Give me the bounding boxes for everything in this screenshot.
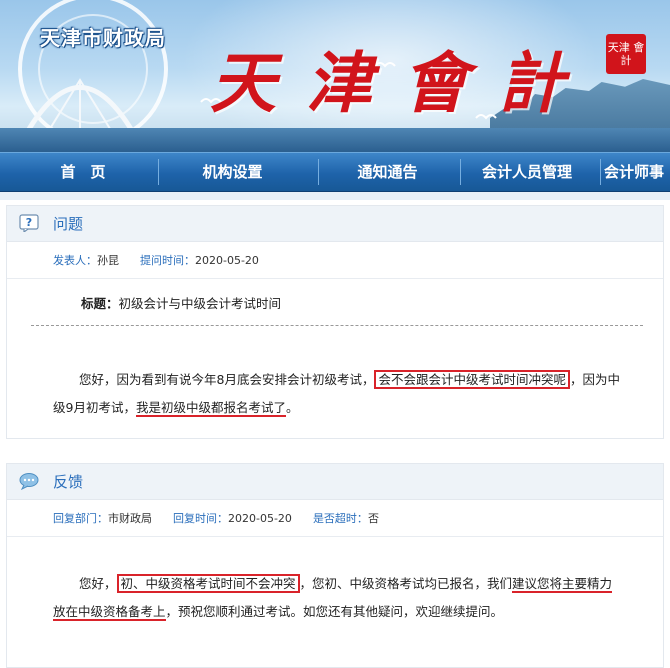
question-panel: ? 问题 发表人：孙昆 提问时间：2020-05-20 标题：初级会计与中级会计… [6, 205, 664, 439]
poster-name: 孙昆 [97, 254, 119, 267]
highlight-underline: 建议您将主要精力 [512, 576, 613, 593]
site-title: 天津會計 [210, 44, 594, 122]
question-body: 您好，因为看到有说今年8月底会安排会计初级考试， 会不会跟会计中级考试时间冲突呢，… [53, 370, 620, 417]
nav-item-home[interactable]: 首 页 [28, 153, 138, 191]
nav-item-accountant-management[interactable]: 会计人员管理 [462, 153, 592, 191]
highlight-underline: 我是初级中级都报名考试了 [135, 400, 286, 417]
reply-time: 2020-05-20 [228, 512, 292, 525]
overdue-label: 是否超时： [312, 512, 368, 525]
question-meta: 发表人：孙昆 提问时间：2020-05-20 [53, 252, 259, 268]
overdue-value: 否 [367, 512, 379, 525]
nav-item-cpa-firms[interactable]: 会计师事 [604, 153, 670, 191]
subject-text: 初级会计与中级会计考试时间 [118, 296, 282, 311]
question-panel-header: ? 问题 [7, 206, 663, 242]
question-time-label: 提问时间： [140, 254, 195, 267]
nav-item-organization[interactable]: 机构设置 [165, 153, 300, 191]
chat-bubble-icon [19, 473, 39, 490]
agency-logo-text[interactable]: 天津市财政局 [40, 22, 166, 51]
reply-time-label: 回复时间： [173, 512, 228, 525]
feedback-panel-header: 反馈 [7, 464, 663, 500]
seal-stamp: 天津 會計 [606, 34, 646, 74]
question-heading: 问题 [53, 215, 84, 233]
poster-label: 发表人： [53, 254, 97, 267]
reply-dept-label: 回复部门： [53, 512, 108, 525]
feedback-panel: 反馈 回复部门：市财政局 回复时间：2020-05-20 是否超时：否 您好，初… [6, 463, 664, 668]
main-nav: 首 页 机构设置 通知通告 会计人员管理 会计师事 [0, 152, 670, 192]
feedback-heading: 反馈 [53, 473, 84, 491]
highlight-underline: 放在中级资格备考上 [53, 604, 166, 621]
question-subject: 标题：初级会计与中级会计考试时间 [81, 290, 281, 318]
header-banner: 天津市财政局 天津會計 天津 會計 [0, 0, 670, 152]
highlight-box: 会不会跟会计中级考试时间冲突呢 [374, 370, 570, 389]
nav-item-notices[interactable]: 通知通告 [320, 153, 455, 191]
question-icon: ? [19, 214, 39, 232]
question-time: 2020-05-20 [195, 254, 259, 267]
reply-dept: 市财政局 [108, 512, 152, 525]
svg-text:?: ? [26, 216, 32, 229]
feedback-meta: 回复部门：市财政局 回复时间：2020-05-20 是否超时：否 [53, 510, 379, 526]
divider [31, 325, 643, 326]
river-image [0, 128, 670, 152]
subject-label: 标题： [81, 296, 119, 311]
highlight-box: 初、中级资格考试时间不会冲突 [116, 574, 300, 593]
feedback-body: 您好， 初、中级资格考试时间不会冲突 ，您初、中级资格考试均已报名，我们建议您将主要… [53, 574, 613, 621]
